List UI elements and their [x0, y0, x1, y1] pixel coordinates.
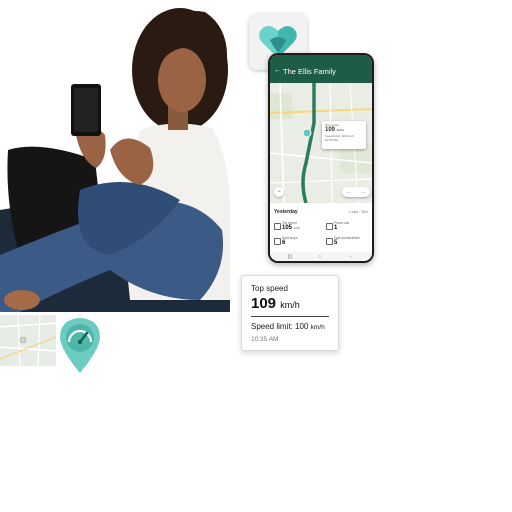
- map-view[interactable]: Top speed 109 km/h Speed limit: 100 km/h…: [270, 83, 372, 203]
- speed-limit: Speed limit: 100 km/h: [251, 322, 325, 331]
- stat-fast-accelerations: Fast accelerations 5: [324, 236, 372, 250]
- next-arrow-icon[interactable]: →: [361, 187, 366, 197]
- accel-icon: [326, 238, 333, 245]
- family-title: The Ellis Family: [283, 67, 336, 76]
- back-icon[interactable]: ‹: [350, 254, 352, 260]
- back-arrow-icon[interactable]: ←: [274, 67, 281, 74]
- drive-stats: Top speed 105 km/h Phone use 1 Hard stop…: [270, 221, 372, 251]
- top-speed-card: Top speed 109 km/h Speed limit: 100 km/h…: [241, 275, 339, 351]
- phone-icon: [326, 223, 333, 230]
- zoom-out-button[interactable]: −: [274, 187, 284, 197]
- mini-speed-popup: Top speed 109 km/h Speed limit: 100 km/h…: [322, 121, 366, 149]
- stat-top-speed: Top speed 105 km/h: [272, 221, 320, 235]
- top-speed-value: 109 km/h: [251, 295, 300, 312]
- top-speed-label: Top speed: [251, 284, 288, 293]
- phone-screen: ← The Ellis Family Top speed 109 km/h Sp…: [270, 55, 372, 261]
- recent-apps-icon[interactable]: |||: [288, 254, 292, 260]
- mini-map-drawing: [0, 315, 56, 366]
- stat-hard-stops: Hard stops 6: [272, 236, 320, 250]
- history-day-row[interactable]: Yesterday 1 trips · 35m: [270, 205, 372, 219]
- app-header: ← The Ellis Family: [270, 55, 372, 83]
- brake-icon: [274, 238, 281, 245]
- trip-nav-pill[interactable]: ← →: [342, 187, 370, 197]
- hero-photo-woman-with-phone: [0, 0, 230, 312]
- speed-icon: [274, 223, 281, 230]
- speedometer-pin: [57, 316, 103, 374]
- mini-map-thumbnail: [0, 315, 56, 366]
- speedometer-pin-icon: [60, 318, 100, 373]
- prev-arrow-icon[interactable]: ←: [347, 187, 352, 197]
- hero-photo-illustration: [0, 8, 230, 312]
- trip-summary: 1 trips · 35m: [348, 210, 368, 214]
- day-label: Yesterday: [274, 209, 298, 215]
- speed-time: 10:35 AM: [251, 336, 279, 343]
- android-nav-bar: ||| ○ ‹: [270, 252, 372, 261]
- phone-mockup: ← The Ellis Family Top speed 109 km/h Sp…: [268, 53, 374, 263]
- stat-phone-use: Phone use 1: [324, 221, 372, 235]
- home-icon[interactable]: ○: [318, 254, 321, 260]
- card-divider: [251, 316, 329, 317]
